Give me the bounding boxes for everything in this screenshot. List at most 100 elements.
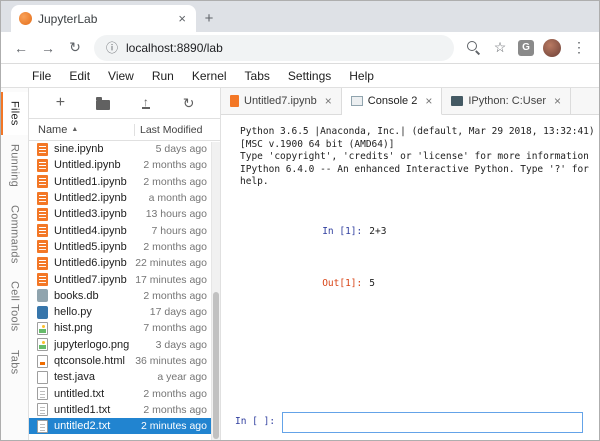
console-panel[interactable]: Python 3.6.5 |Anaconda, Inc.| (default, … — [221, 115, 599, 441]
menu-view[interactable]: View — [99, 69, 143, 83]
refresh-button[interactable]: ↻ — [63, 36, 87, 60]
menu-run[interactable]: Run — [143, 69, 183, 83]
sidebar-tab-commands[interactable]: Commands — [1, 196, 28, 273]
jupyter-favicon-icon — [19, 12, 32, 25]
file-row[interactable]: Untitled4.ipynb7 hours ago — [29, 222, 220, 238]
file-modified: 17 minutes ago — [134, 274, 220, 286]
file-modified: 2 months ago — [134, 290, 220, 302]
browser-tab[interactable]: JupyterLab × — [11, 5, 196, 32]
file-row[interactable]: Untitled3.ipynb13 hours ago — [29, 206, 220, 222]
search-icon[interactable] — [461, 36, 485, 60]
main-dock-panel: Untitled7.ipynb × Console 2 × IPython: C… — [221, 88, 599, 441]
file-modified: 22 minutes ago — [134, 257, 220, 269]
file-row-selected[interactable]: untitled2.txt2 minutes ago — [29, 418, 220, 434]
new-launcher-button[interactable]: + — [49, 92, 71, 114]
terminal-icon — [451, 96, 463, 106]
notebook-icon — [230, 95, 239, 107]
file-row[interactable]: Untitled1.ipynb2 months ago — [29, 174, 220, 190]
file-row[interactable]: test.javaa year ago — [29, 369, 220, 385]
file-modified: 2 months ago — [134, 404, 220, 416]
sidebar-tab-files[interactable]: Files — [1, 92, 28, 135]
browser-tab-title: JupyterLab — [38, 12, 170, 26]
file-row[interactable]: Untitled6.ipynb22 minutes ago — [29, 255, 220, 271]
close-icon[interactable]: × — [425, 94, 432, 108]
file-modified: 7 months ago — [134, 322, 220, 334]
file-modified: a year ago — [134, 371, 220, 383]
file-modified: 2 minutes ago — [134, 420, 220, 432]
file-row[interactable]: hist.png7 months ago — [29, 320, 220, 336]
html-file-icon — [37, 355, 48, 368]
file-row[interactable]: Untitled.ipynb2 months ago — [29, 157, 220, 173]
file-row[interactable]: untitled1.txt2 months ago — [29, 402, 220, 418]
sidebar-tab-running[interactable]: Running — [1, 135, 28, 196]
close-tab-icon[interactable]: × — [176, 11, 188, 26]
browser-toolbar: ← → ↻ ⓘ localhost:8890/lab ☆ G ⋮ — [1, 32, 599, 64]
menu-file[interactable]: File — [23, 69, 60, 83]
menu-tabs[interactable]: Tabs — [236, 69, 279, 83]
sidebar-tab-tabs[interactable]: Tabs — [1, 341, 28, 383]
file-icon — [37, 371, 48, 384]
magnifier-icon — [466, 40, 481, 55]
menu-kernel[interactable]: Kernel — [183, 69, 236, 83]
file-row[interactable]: Untitled7.ipynb17 minutes ago — [29, 271, 220, 287]
file-name: Untitled5.ipynb — [54, 241, 134, 253]
close-icon[interactable]: × — [325, 94, 332, 108]
file-modified: 2 months ago — [134, 159, 220, 171]
notebook-file-icon — [37, 143, 48, 156]
console-icon — [351, 96, 363, 106]
modified-column-header[interactable]: Last Modified — [134, 124, 220, 136]
file-row[interactable]: jupyterlogo.png3 days ago — [29, 337, 220, 353]
file-modified: 36 minutes ago — [134, 355, 220, 367]
close-icon[interactable]: × — [554, 94, 561, 108]
file-name: untitled.txt — [54, 388, 134, 400]
sidebar-tab-label: Tabs — [9, 350, 21, 374]
new-folder-button[interactable] — [92, 92, 114, 114]
notebook-file-icon — [37, 257, 48, 270]
file-name: Untitled1.ipynb — [54, 176, 134, 188]
extension-g-badge[interactable]: G — [518, 40, 534, 56]
scrollbar-thumb[interactable] — [213, 292, 219, 439]
back-button[interactable]: ← — [9, 36, 33, 60]
file-row[interactable]: untitled.txt2 months ago — [29, 385, 220, 401]
console-prompt-row: In [ ]: — [235, 412, 583, 433]
refresh-file-list-button[interactable]: ↻ — [178, 92, 200, 114]
browser-menu-icon[interactable]: ⋮ — [567, 36, 591, 60]
console-banner-line: Python 3.6.5 |Anaconda, Inc.| (default, … — [240, 126, 593, 139]
sidebar-tab-cell-tools[interactable]: Cell Tools — [1, 272, 28, 341]
page-info-icon[interactable]: ⓘ — [106, 39, 118, 56]
file-row[interactable]: books.db2 months ago — [29, 288, 220, 304]
file-name: qtconsole.html — [54, 355, 134, 367]
file-name: sine.ipynb — [54, 143, 134, 155]
file-list: sine.ipynb5 days ago Untitled.ipynb2 mon… — [29, 141, 220, 441]
file-row[interactable]: hello.py17 days ago — [29, 304, 220, 320]
forward-button[interactable]: → — [36, 36, 60, 60]
tab-console-2[interactable]: Console 2 × — [342, 88, 443, 115]
name-column-header[interactable]: Name ▲ — [29, 124, 134, 136]
menu-edit[interactable]: Edit — [60, 69, 99, 83]
console-code-input[interactable] — [282, 412, 583, 433]
file-name: Untitled4.ipynb — [54, 225, 134, 237]
url-text: localhost:8890/lab — [126, 41, 223, 55]
file-row[interactable]: sine.ipynb5 days ago — [29, 141, 220, 157]
tab-untitled7-notebook[interactable]: Untitled7.ipynb × — [221, 88, 342, 115]
in-prompt: In [1]: — [322, 226, 362, 237]
notebook-file-icon — [37, 175, 48, 188]
upload-button[interactable]: ↑ — [135, 92, 157, 114]
python-file-icon — [37, 306, 48, 319]
address-bar[interactable]: ⓘ localhost:8890/lab — [94, 35, 454, 61]
menu-help[interactable]: Help — [340, 69, 383, 83]
empty-in-prompt: In [ ]: — [235, 416, 275, 429]
folder-icon — [96, 100, 110, 110]
out-prompt: Out[1]: — [322, 278, 362, 289]
file-row[interactable]: Untitled2.ipynba month ago — [29, 190, 220, 206]
tab-ipython-terminal[interactable]: IPython: C:User × — [442, 88, 571, 115]
profile-avatar[interactable] — [543, 39, 561, 57]
file-name: Untitled7.ipynb — [54, 274, 134, 286]
file-row[interactable]: qtconsole.html36 minutes ago — [29, 353, 220, 369]
file-list-scrollbar[interactable] — [211, 142, 220, 441]
file-row[interactable]: Untitled5.ipynb2 months ago — [29, 239, 220, 255]
bookmark-star-icon[interactable]: ☆ — [488, 36, 512, 60]
new-tab-button[interactable]: + — [196, 5, 222, 31]
menu-settings[interactable]: Settings — [279, 69, 340, 83]
console-input-cell: In [1]:2+3 — [265, 214, 593, 252]
